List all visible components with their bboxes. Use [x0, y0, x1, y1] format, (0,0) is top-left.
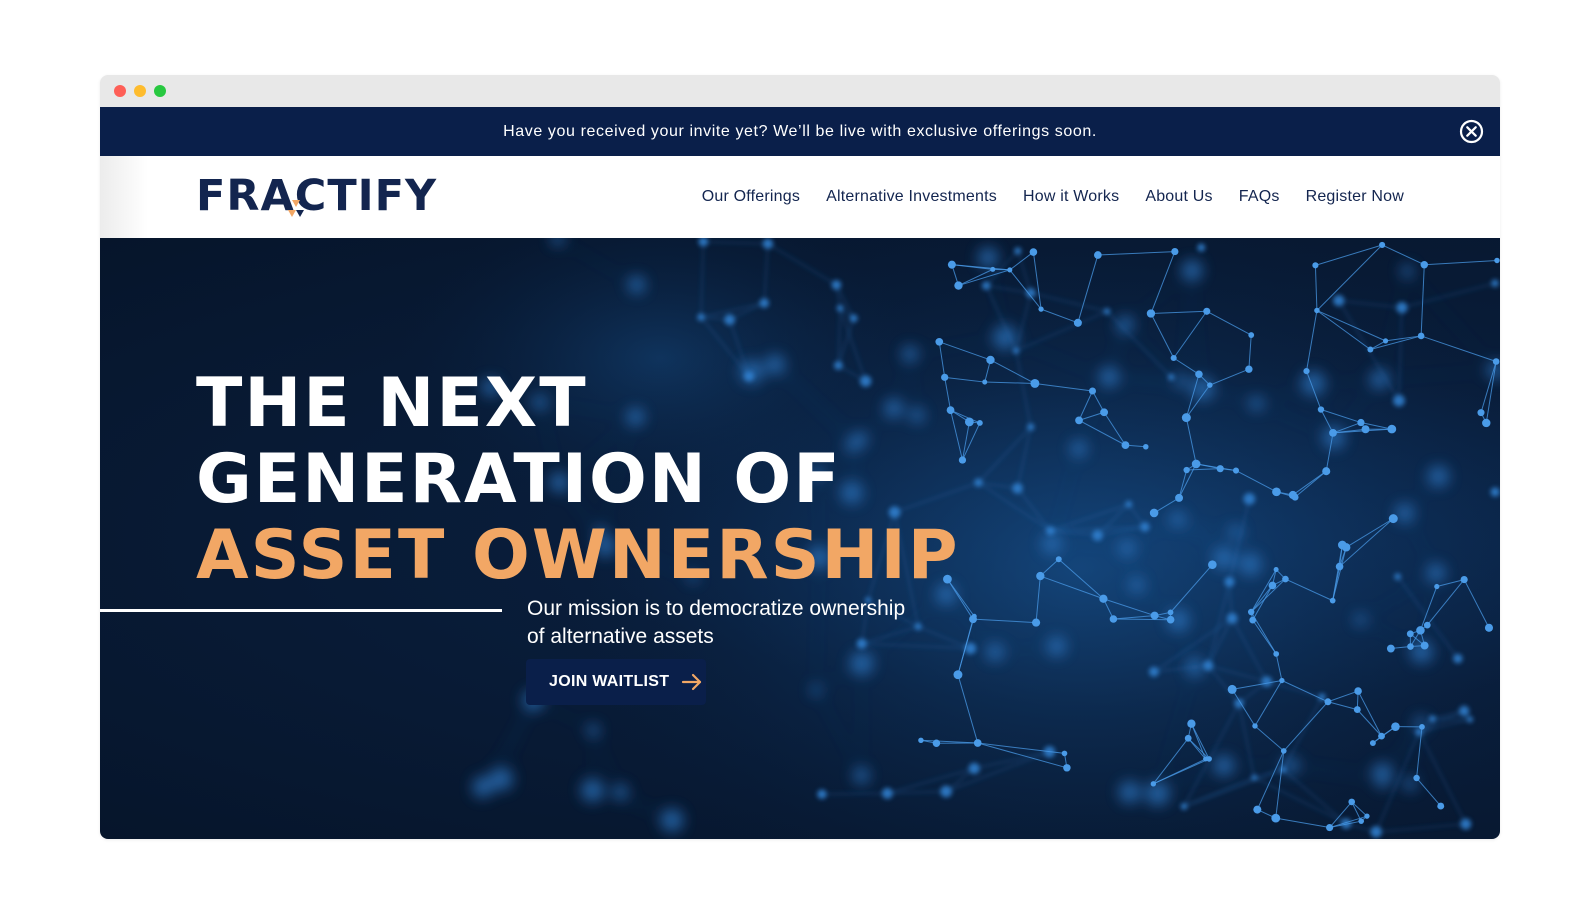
mission-statement: Our mission is to democratize ownership … — [527, 595, 967, 651]
browser-titlebar — [100, 75, 1500, 107]
window-maximize-dot[interactable] — [154, 85, 166, 97]
arrow-right-icon — [681, 673, 703, 691]
nav-faqs[interactable]: FAQs — [1239, 188, 1280, 206]
nav-our-offerings[interactable]: Our Offerings — [702, 188, 800, 206]
hero-headline: THE NEXT GENERATION OF ASSET OWNERSHIP — [196, 366, 960, 594]
main-nav: Our Offerings Alternative Investments Ho… — [702, 156, 1404, 238]
hero-divider — [100, 609, 502, 612]
window-close-dot[interactable] — [114, 85, 126, 97]
banner-text: Have you received your invite yet? We’ll… — [503, 122, 1097, 140]
mission-line-2: of alternative assets — [527, 625, 714, 648]
headline-line-1: THE NEXT — [196, 364, 588, 443]
hero-section: THE NEXT GENERATION OF ASSET OWNERSHIP O… — [100, 238, 1500, 839]
mission-line-1: Our mission is to democratize ownership — [527, 597, 906, 620]
join-waitlist-label: JOIN WAITLIST — [549, 673, 670, 690]
fractify-logo[interactable]: FRACTIFY — [196, 170, 456, 224]
nav-register-now[interactable]: Register Now — [1306, 188, 1404, 206]
browser-window: Have you received your invite yet? We’ll… — [100, 75, 1500, 839]
nav-about-us[interactable]: About Us — [1145, 188, 1212, 206]
window-minimize-dot[interactable] — [134, 85, 146, 97]
site-header: FRACTIFY Our Offerings Alternative Inves… — [100, 156, 1500, 238]
announcement-banner: Have you received your invite yet? We’ll… — [100, 107, 1500, 156]
headline-line-2: GENERATION OF — [196, 440, 842, 519]
nav-alternative-investments[interactable]: Alternative Investments — [826, 188, 997, 206]
svg-text:FRACTIFY: FRACTIFY — [196, 171, 437, 221]
join-waitlist-button[interactable]: JOIN WAITLIST — [526, 659, 706, 705]
close-circle-icon[interactable] — [1459, 119, 1484, 144]
headline-line-3: ASSET OWNERSHIP — [196, 516, 960, 595]
nav-how-it-works[interactable]: How it Works — [1023, 188, 1119, 206]
